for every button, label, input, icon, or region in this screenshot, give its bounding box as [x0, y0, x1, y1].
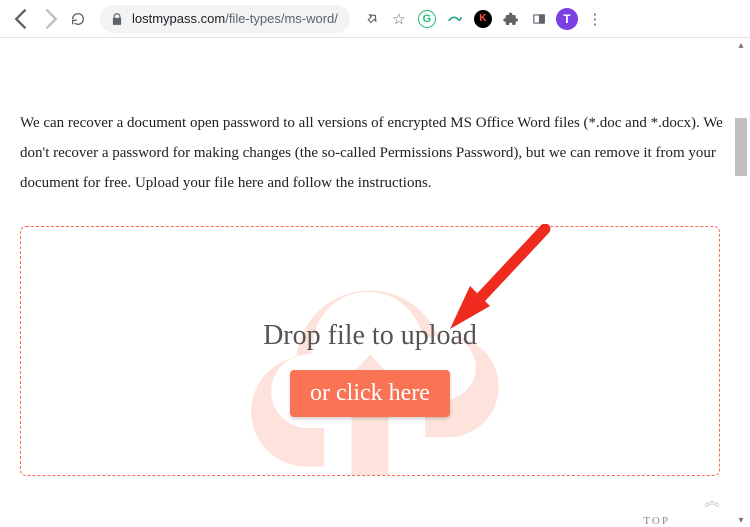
extension-k[interactable]: K [470, 5, 496, 33]
browser-toolbar: lostmypass.com/file-types/ms-word/ ☆ G K… [0, 0, 750, 38]
page-content: We can recover a document open password … [0, 38, 750, 527]
swoosh-icon [447, 11, 463, 27]
avatar-icon: T [556, 8, 578, 30]
scrollbar-up-arrow[interactable]: ▴ [734, 38, 748, 52]
back-button[interactable] [8, 5, 36, 33]
toolbar-right: ☆ G K T ⋮ [358, 5, 608, 33]
grammarly-icon: G [418, 10, 436, 28]
reload-button[interactable] [64, 5, 92, 33]
drop-label: Drop file to upload [263, 320, 477, 352]
bookmark-star-icon[interactable]: ☆ [386, 5, 412, 33]
top-label[interactable]: TOP [643, 515, 670, 527]
url-host: lostmypass.com [132, 11, 225, 26]
scroll-top-icon[interactable]: ︽ [704, 487, 720, 511]
profile-avatar[interactable]: T [554, 5, 580, 33]
url-path: /file-types/ms-word/ [225, 11, 338, 26]
description-text: We can recover a document open password … [20, 108, 730, 198]
lock-icon [110, 12, 124, 26]
k-icon: K [474, 10, 492, 28]
scrollbar-down-arrow[interactable]: ▾ [734, 513, 748, 527]
page-viewport: We can recover a document open password … [0, 38, 750, 527]
vertical-scrollbar[interactable]: ▴ ▾ [734, 38, 748, 527]
extension-grammarly[interactable]: G [414, 5, 440, 33]
scrollbar-thumb[interactable] [735, 118, 747, 176]
extension-swoosh[interactable] [442, 5, 468, 33]
share-icon[interactable] [358, 5, 384, 33]
address-bar[interactable]: lostmypass.com/file-types/ms-word/ [100, 5, 350, 33]
click-here-button[interactable]: or click here [290, 370, 450, 417]
chrome-menu-icon[interactable]: ⋮ [582, 5, 608, 33]
extension-sidepanel[interactable] [526, 5, 552, 33]
upload-dropzone[interactable]: Drop file to upload or click here [20, 226, 720, 476]
forward-button [36, 5, 64, 33]
extensions-puzzle-icon[interactable] [498, 5, 524, 33]
